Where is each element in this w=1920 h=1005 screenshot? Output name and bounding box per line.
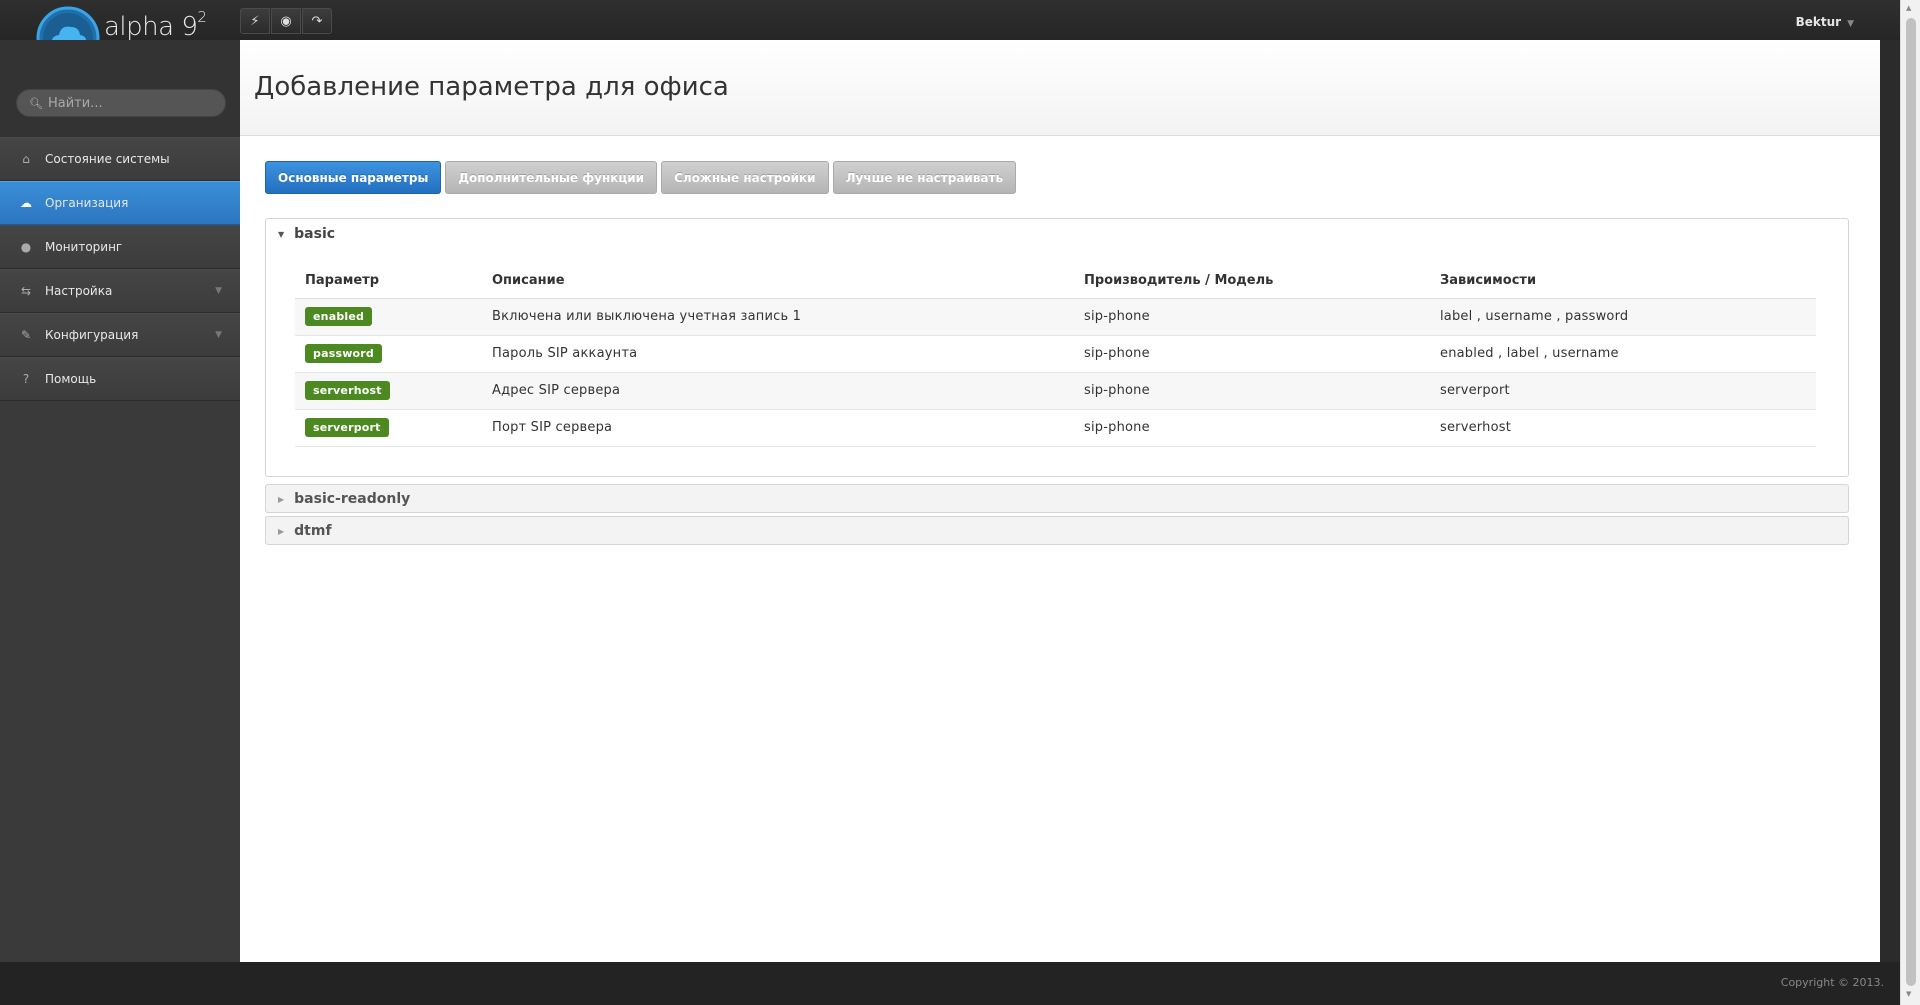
group-header-dtmf[interactable]: ▶ dtmf (266, 517, 1848, 545)
help-icon: ? (22, 372, 30, 386)
table-row[interactable]: password Пароль SIP аккаунта sip-phone e… (295, 335, 1816, 373)
search-box[interactable]: 🔍︎ (16, 89, 226, 117)
top-bar: alpha 92 provision ⚡ ◉ ↷ Bektur▼ (0, 0, 1900, 70)
page-title: Добавление параметра для офиса (254, 72, 729, 102)
param-badge[interactable]: password (305, 344, 383, 363)
params-table: Параметр Описание Производитель / Модель… (295, 264, 1816, 447)
group-title: basic (294, 226, 336, 242)
sidebar-search-area: 🔍︎ ⌂ Состояние системы ☁ Организация ● М… (0, 40, 240, 401)
home-icon: ⌂ (22, 152, 30, 166)
sidebar-item-label: Организация (45, 196, 129, 210)
location-pin-icon: ● (20, 240, 32, 254)
logo-wordmark: alpha 92 (104, 8, 207, 42)
column-header-param: Параметр (295, 264, 482, 299)
user-name: Bektur (1795, 15, 1842, 29)
dependencies-cell: enabled , label , username (1430, 335, 1816, 373)
copyright-text: Copyright © 2013. (1780, 976, 1884, 989)
tab-do-not-configure[interactable]: Лучше не настраивать (832, 161, 1017, 194)
redo-icon: ↷ (311, 13, 323, 29)
model-cell: sip-phone (1074, 409, 1430, 447)
sidebar-item-help[interactable]: ? Помощь (0, 357, 240, 401)
group-panel-basic: ▼ basic Параметр Описание Производитель … (265, 218, 1849, 477)
group-header-basic[interactable]: ▼ basic (266, 219, 1848, 249)
sidebar-item-label: Настройка (45, 284, 113, 298)
table-row[interactable]: serverport Порт SIP сервера sip-phone se… (295, 409, 1816, 447)
scroll-thumb[interactable] (1906, 18, 1916, 986)
group-title: basic-readonly (294, 491, 411, 507)
chevron-down-icon: ▼ (1847, 19, 1854, 29)
column-header-dependencies: Зависимости (1430, 264, 1816, 299)
param-badge[interactable]: serverhost (305, 381, 390, 400)
group-panel-basic-readonly: ▶ basic-readonly (265, 484, 1849, 513)
caret-down-icon: ▼ (278, 229, 285, 239)
sidebar-item-label: Состояние системы (45, 152, 170, 166)
sidebar-item-monitoring[interactable]: ● Мониторинг (0, 225, 240, 269)
param-cell: password (295, 335, 482, 373)
eye-button[interactable]: ◉ (271, 8, 301, 34)
sidebar-item-organization[interactable]: ☁ Организация (0, 181, 240, 225)
sidebar-item-label: Помощь (45, 372, 97, 386)
tab-advanced-settings[interactable]: Сложные настройки (661, 161, 829, 194)
param-cell: serverport (295, 409, 482, 447)
caret-right-icon: ▶ (278, 526, 285, 536)
sidebar-item-system-status[interactable]: ⌂ Состояние системы (0, 137, 240, 181)
param-cell: enabled (295, 298, 482, 336)
param-badge[interactable]: enabled (305, 307, 373, 326)
tab-extra-functions[interactable]: Дополнительные функции (445, 161, 658, 194)
group-title: dtmf (294, 523, 332, 539)
dependencies-cell: label , username , password (1430, 298, 1816, 336)
description-cell: Адрес SIP сервера (482, 372, 1074, 410)
page-scrollbar[interactable]: ▲ ▼ (1900, 0, 1920, 1005)
column-header-description: Описание (482, 264, 1074, 299)
table-row[interactable]: enabled Включена или выключена учетная з… (295, 298, 1816, 336)
sidebar-nav: ⌂ Состояние системы ☁ Организация ● Мони… (0, 137, 240, 401)
cloud-icon: ☁ (20, 196, 32, 210)
scroll-up-icon[interactable]: ▲ (1906, 4, 1911, 12)
dependencies-cell: serverhost (1430, 409, 1816, 447)
model-cell: sip-phone (1074, 372, 1430, 410)
user-menu[interactable]: Bektur ▼ (1796, 15, 1854, 29)
sidebar-item-settings[interactable]: ⇆ Настройка ▼ (0, 269, 240, 313)
model-cell: sip-phone (1074, 298, 1430, 336)
footer: Copyright © 2013. (0, 962, 1900, 1005)
lightning-icon: ⚡ (250, 13, 260, 29)
scroll-down-icon[interactable]: ▼ (1906, 990, 1911, 998)
param-cell: serverhost (295, 372, 482, 410)
description-cell: Пароль SIP аккаунта (482, 335, 1074, 373)
lightning-button[interactable]: ⚡ (240, 8, 270, 34)
model-cell: sip-phone (1074, 335, 1430, 373)
chevron-down-icon: ▼ (215, 286, 222, 296)
eye-icon: ◉ (280, 13, 292, 29)
description-cell: Порт SIP сервера (482, 409, 1074, 447)
caret-right-icon: ▶ (278, 494, 285, 504)
wrench-icon: ✎ (20, 328, 32, 342)
search-input[interactable] (47, 95, 218, 111)
page-header: Добавление параметра для офиса (240, 40, 1880, 136)
redo-button[interactable]: ↷ (302, 8, 332, 34)
chevron-down-icon: ▼ (215, 330, 222, 340)
category-tabs: Основные параметры Дополнительные функци… (265, 161, 1020, 194)
dependencies-cell: serverport (1430, 372, 1816, 410)
description-cell: Включена или выключена учетная запись 1 (482, 298, 1074, 336)
search-icon: 🔍︎ (29, 96, 43, 110)
sync-icon: ⇆ (20, 284, 32, 298)
tab-basic-params[interactable]: Основные параметры (265, 161, 442, 194)
main-content: Добавление параметра для офиса Основные … (240, 40, 1880, 962)
quick-toolbar: ⚡ ◉ ↷ (240, 8, 333, 34)
sidebar-item-configuration[interactable]: ✎ Конфигурация ▼ (0, 313, 240, 357)
group-header-basic-readonly[interactable]: ▶ basic-readonly (266, 485, 1848, 513)
table-row[interactable]: serverhost Адрес SIP сервера sip-phone s… (295, 372, 1816, 410)
param-badge[interactable]: serverport (305, 418, 389, 437)
sidebar-item-label: Мониторинг (45, 240, 123, 254)
sidebar-item-label: Конфигурация (45, 328, 139, 342)
group-panel-dtmf: ▶ dtmf (265, 516, 1849, 545)
column-header-model: Производитель / Модель (1074, 264, 1430, 299)
